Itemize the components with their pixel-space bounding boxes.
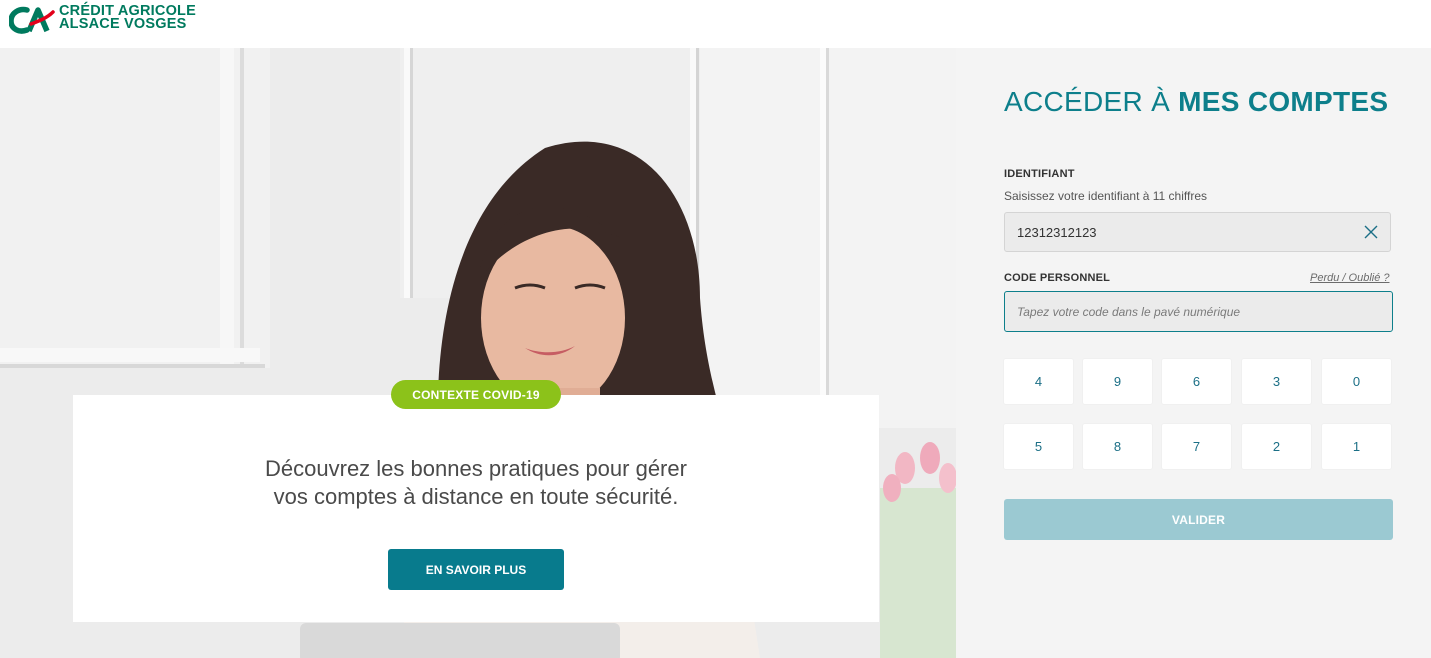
covid-badge: CONTEXTE COVID-19 <box>391 380 561 409</box>
learn-more-button[interactable]: EN SAVOIR PLUS <box>388 549 564 590</box>
code-field <box>1004 291 1393 332</box>
keypad-key[interactable]: 8 <box>1083 424 1152 469</box>
promo-text-line2: vos comptes à distance en toute sécurité… <box>273 484 679 509</box>
login-title: ACCÉDER À MES COMPTES <box>1004 86 1388 118</box>
keypad-key[interactable]: 7 <box>1162 424 1231 469</box>
code-label: CODE PERSONNEL <box>1004 272 1111 284</box>
identifier-field <box>1004 212 1391 252</box>
login-panel <box>956 48 1431 658</box>
site-header: CRÉDIT AGRICOLE ALSACE VOSGES <box>0 0 1431 48</box>
keypad-key[interactable]: 1 <box>1322 424 1391 469</box>
keypad-key[interactable]: 0 <box>1322 359 1391 404</box>
login-title-bold: MES COMPTES <box>1178 86 1389 117</box>
promo-text-line1: Découvrez les bonnes pratiques pour gére… <box>265 456 687 481</box>
credit-agricole-logo-icon <box>9 6 55 34</box>
code-input[interactable] <box>1017 292 1377 331</box>
keypad-key[interactable]: 5 <box>1004 424 1073 469</box>
keypad-key[interactable]: 6 <box>1162 359 1231 404</box>
keypad-key[interactable]: 4 <box>1004 359 1073 404</box>
identifier-label: IDENTIFIANT <box>1004 168 1075 180</box>
forgot-code-link[interactable]: Perdu / Oublié ? <box>1310 272 1390 284</box>
keypad-key[interactable]: 2 <box>1242 424 1311 469</box>
identifier-hint: Saisissez votre identifiant à 11 chiffre… <box>1004 189 1207 203</box>
brand-logo[interactable]: CRÉDIT AGRICOLE ALSACE VOSGES <box>9 4 196 36</box>
validate-button[interactable]: VALIDER <box>1004 499 1393 540</box>
promo-text: Découvrez les bonnes pratiques pour gére… <box>73 455 879 511</box>
brand-name-line2: ALSACE VOSGES <box>59 16 187 32</box>
identifier-input[interactable] <box>1017 213 1347 251</box>
keypad-key[interactable]: 3 <box>1242 359 1311 404</box>
keypad-key[interactable]: 9 <box>1083 359 1152 404</box>
login-title-light: ACCÉDER À <box>1004 86 1171 117</box>
close-icon[interactable] <box>1364 225 1378 239</box>
